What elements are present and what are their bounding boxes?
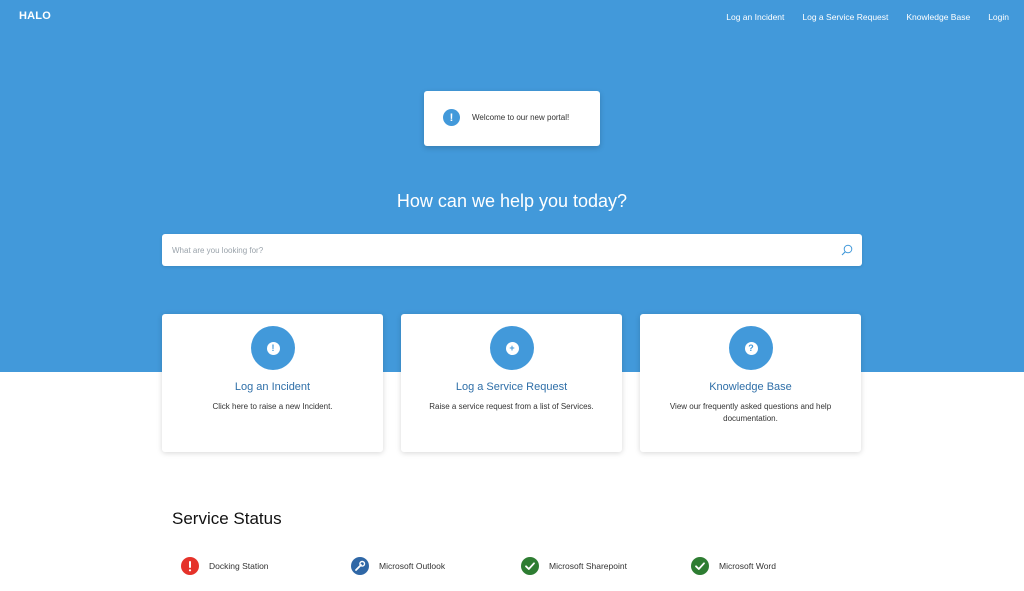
nav-log-service-request[interactable]: Log a Service Request	[802, 12, 888, 22]
card-icon-circle: !	[251, 326, 295, 370]
nav-log-incident[interactable]: Log an Incident	[726, 12, 784, 22]
nav-knowledge-base[interactable]: Knowledge Base	[906, 12, 970, 22]
card-knowledge-base[interactable]: ? Knowledge Base View our frequently ask…	[640, 314, 861, 452]
search-icon[interactable]	[841, 244, 853, 256]
check-icon	[691, 557, 709, 575]
welcome-notice: ! Welcome to our new portal!	[424, 91, 600, 146]
card-icon-circle: ?	[729, 326, 773, 370]
exclamation-icon	[181, 557, 199, 575]
card-title[interactable]: Log an Incident	[162, 381, 383, 393]
search-bar	[162, 234, 862, 266]
status-label: Docking Station	[209, 561, 269, 571]
card-title[interactable]: Knowledge Base	[640, 381, 861, 393]
status-item-docking-station[interactable]: Docking Station	[181, 557, 269, 575]
check-icon	[521, 557, 539, 575]
nav-login[interactable]: Login	[988, 12, 1009, 22]
card-description: View our frequently asked questions and …	[669, 402, 832, 423]
question-icon: ?	[744, 341, 758, 355]
card-log-service-request[interactable]: + Log a Service Request Raise a service …	[401, 314, 622, 452]
service-status-title: Service Status	[172, 509, 282, 528]
exclamation-icon: !	[266, 341, 280, 355]
top-navigation-bar: HALO Log an Incident Log a Service Reque…	[0, 0, 1024, 36]
hero-title: How can we help you today?	[396, 191, 628, 211]
card-log-incident[interactable]: ! Log an Incident Click here to raise a …	[162, 314, 383, 452]
card-icon-circle: +	[490, 326, 534, 370]
status-label: Microsoft Outlook	[379, 561, 446, 571]
welcome-notice-text: Welcome to our new portal!	[472, 113, 570, 122]
status-item-microsoft-sharepoint[interactable]: Microsoft Sharepoint	[521, 557, 627, 575]
card-title[interactable]: Log a Service Request	[401, 381, 622, 393]
wrench-icon	[351, 557, 369, 575]
status-item-microsoft-outlook[interactable]: Microsoft Outlook	[351, 557, 445, 575]
main-nav: Log an Incident Log a Service Request Kn…	[708, 12, 1009, 22]
card-description: Click here to raise a new Incident.	[212, 402, 333, 411]
card-description: Raise a service request from a list of S…	[429, 402, 594, 411]
halo-logo[interactable]: HALO	[19, 10, 51, 22]
status-label: Microsoft Sharepoint	[549, 561, 627, 571]
status-item-microsoft-word[interactable]: Microsoft Word	[691, 557, 776, 575]
plus-icon: +	[505, 341, 519, 355]
search-input[interactable]	[162, 234, 822, 266]
exclamation-icon: !	[443, 109, 460, 126]
status-label: Microsoft Word	[719, 561, 776, 571]
